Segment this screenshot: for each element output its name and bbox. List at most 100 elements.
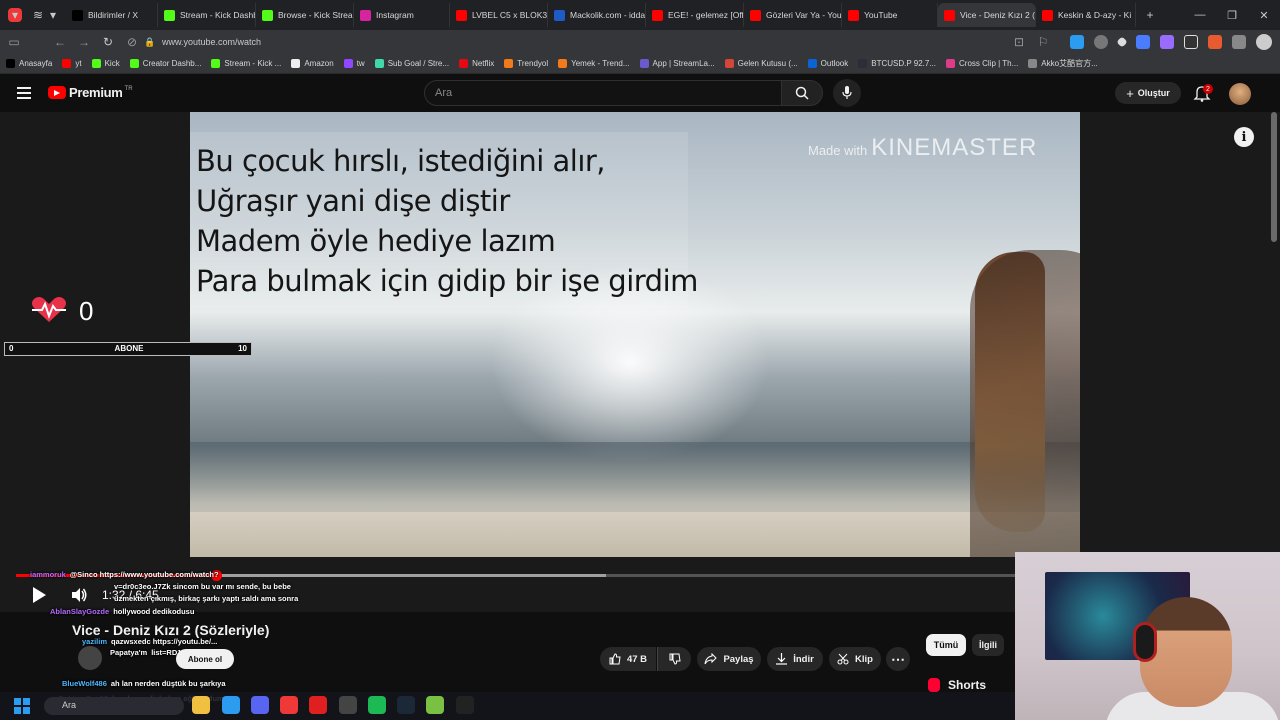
- bookmark-label: App | StreamLa...: [652, 59, 715, 68]
- browser-tab[interactable]: YouTube: [842, 3, 938, 27]
- browser-tab[interactable]: Vice - Deniz Kızı 2 (: [938, 3, 1036, 27]
- app-red-icon[interactable]: [309, 696, 327, 714]
- new-tab-icon[interactable]: +: [1142, 7, 1158, 23]
- extension-icon[interactable]: [1208, 35, 1222, 49]
- windows-start-icon[interactable]: [14, 698, 30, 714]
- maximize-icon[interactable]: ❐: [1216, 9, 1248, 22]
- browser-tab[interactable]: Instagram: [354, 3, 450, 27]
- bookmark-favicon-icon: [558, 59, 568, 68]
- browser-tab[interactable]: Browse - Kick Stream: [256, 3, 354, 27]
- voice-search-button[interactable]: [833, 79, 861, 107]
- browser-tab[interactable]: Gözleri Var Ya - You: [744, 3, 842, 27]
- tab-list-icon[interactable]: ▾: [48, 7, 58, 23]
- browser-tab[interactable]: Stream - Kick Dashb: [158, 3, 256, 27]
- logo-region: TR: [124, 85, 133, 92]
- workspaces-icon[interactable]: ≋: [30, 7, 46, 23]
- hamburger-menu-icon[interactable]: [17, 87, 31, 99]
- taskbar-search[interactable]: Ara: [44, 697, 184, 715]
- store-icon[interactable]: [222, 696, 240, 714]
- chat-text: üzmekten çıkmış, birkaç şarkı yaptı sald…: [114, 594, 299, 603]
- bookmark-item[interactable]: Sub Goal / Stre...: [374, 59, 450, 68]
- extension-icon[interactable]: [1160, 35, 1174, 49]
- bookmark-label: Sub Goal / Stre...: [387, 59, 450, 68]
- bookmark-item[interactable]: Amazon: [291, 59, 334, 68]
- bookmark-item[interactable]: Trendyol: [504, 59, 548, 68]
- bookmark-favicon-icon: [6, 59, 15, 68]
- channel-avatar[interactable]: [78, 646, 102, 670]
- bookmark-item[interactable]: Cross Clip | Th...: [946, 59, 1018, 68]
- extension-icon[interactable]: [1094, 35, 1108, 49]
- shield-icon[interactable]: ⊘: [120, 35, 144, 49]
- more-actions-button[interactable]: ⋯: [886, 647, 910, 671]
- url-field[interactable]: www.youtube.com/watch: [162, 37, 261, 47]
- bookmark-item[interactable]: tw: [343, 59, 365, 68]
- browser-tab[interactable]: Mackolik.com - idda: [548, 3, 646, 27]
- bookmark-item[interactable]: Anasayfa: [6, 59, 52, 68]
- vivaldi-icon[interactable]: [280, 696, 298, 714]
- bookmark-item[interactable]: Kick: [91, 59, 120, 68]
- obs-icon[interactable]: [339, 696, 357, 714]
- chip-related[interactable]: İlgili: [972, 634, 1004, 656]
- bookmark-item[interactable]: BTCUSD.P 92.7...: [858, 59, 936, 68]
- extension-icon[interactable]: [1116, 36, 1128, 48]
- panel-toggle-icon[interactable]: ▭: [2, 35, 26, 49]
- bookmark-item[interactable]: Stream - Kick ...: [211, 59, 281, 68]
- app-green-icon[interactable]: [426, 696, 444, 714]
- extension-icon[interactable]: [1136, 35, 1150, 49]
- extension-icon[interactable]: [1184, 35, 1198, 49]
- clip-button[interactable]: Klip: [829, 647, 881, 671]
- reader-icon[interactable]: ⊡: [1007, 35, 1031, 49]
- share-button[interactable]: Paylaş: [697, 647, 761, 671]
- steam-icon[interactable]: [397, 696, 415, 714]
- search-input[interactable]: Ara: [424, 80, 782, 106]
- youtube-logo[interactable]: Premium TR: [48, 85, 133, 100]
- thumbs-down-icon: [669, 653, 681, 665]
- bookmark-favicon-icon: [374, 59, 384, 68]
- video-frame[interactable]: Bu çocuk hırslı, istediğini alır, Uğraşı…: [190, 112, 1080, 557]
- browser-tab[interactable]: Bildirimler / X: [66, 3, 158, 27]
- extension-icon[interactable]: [1232, 35, 1246, 49]
- bookmark-item[interactable]: Creator Dashb...: [129, 59, 202, 68]
- bookmark-item[interactable]: App | StreamLa...: [639, 59, 715, 68]
- bookmark-item[interactable]: yt: [62, 59, 82, 68]
- bookmark-item[interactable]: Yemek - Trend...: [558, 59, 630, 68]
- like-button[interactable]: 47 B: [600, 647, 656, 671]
- discord-icon[interactable]: [251, 696, 269, 714]
- bookmark-favicon-icon: [807, 59, 817, 68]
- bookmark-icon[interactable]: ⚐: [1031, 35, 1055, 49]
- browser-tab[interactable]: Keskin & D-azy - Ki: [1036, 3, 1136, 27]
- spotify-icon[interactable]: [368, 696, 386, 714]
- chip-all[interactable]: Tümü: [926, 634, 966, 656]
- download-icon: [776, 653, 788, 665]
- bookmark-label: Creator Dashb...: [142, 59, 202, 68]
- minimize-icon[interactable]: —: [1184, 9, 1216, 21]
- dislike-button[interactable]: [657, 647, 691, 671]
- forward-icon[interactable]: →: [72, 35, 96, 49]
- subscribe-button[interactable]: Abone ol: [176, 649, 234, 669]
- profile-icon[interactable]: [1256, 34, 1272, 50]
- bookmark-item[interactable]: Gelen Kutusu (...: [724, 59, 798, 68]
- play-icon[interactable]: [29, 585, 49, 605]
- bookmark-item[interactable]: Akko艾酷官方...: [1028, 58, 1098, 69]
- download-button[interactable]: İndir: [767, 647, 823, 671]
- search-button[interactable]: [781, 80, 823, 106]
- bookmark-favicon-icon: [129, 59, 139, 68]
- user-avatar[interactable]: [1229, 83, 1251, 105]
- extension-icon[interactable]: [1070, 35, 1084, 49]
- file-explorer-icon[interactable]: [192, 696, 210, 714]
- back-icon[interactable]: ←: [48, 35, 72, 49]
- bookmark-item[interactable]: Outlook: [807, 59, 848, 68]
- bookmark-item[interactable]: Netflix: [459, 59, 494, 68]
- info-icon[interactable]: i: [1234, 127, 1254, 147]
- reload-icon[interactable]: ↻: [96, 35, 120, 49]
- volume-icon[interactable]: [70, 586, 88, 604]
- create-button[interactable]: + Oluştur: [1115, 82, 1181, 104]
- vivaldi-menu-icon[interactable]: ▾: [8, 8, 22, 22]
- bookmark-favicon-icon: [62, 59, 72, 68]
- browser-tab[interactable]: EGE! - gelemez [Offi: [646, 3, 744, 27]
- page-scrollbar[interactable]: [1271, 112, 1277, 242]
- woman-silhouette: [970, 250, 1080, 557]
- close-window-icon[interactable]: ✕: [1248, 9, 1280, 22]
- browser-tab[interactable]: LVBEL C5 x BLOK3 x: [450, 3, 548, 27]
- app-dark-icon[interactable]: [456, 696, 474, 714]
